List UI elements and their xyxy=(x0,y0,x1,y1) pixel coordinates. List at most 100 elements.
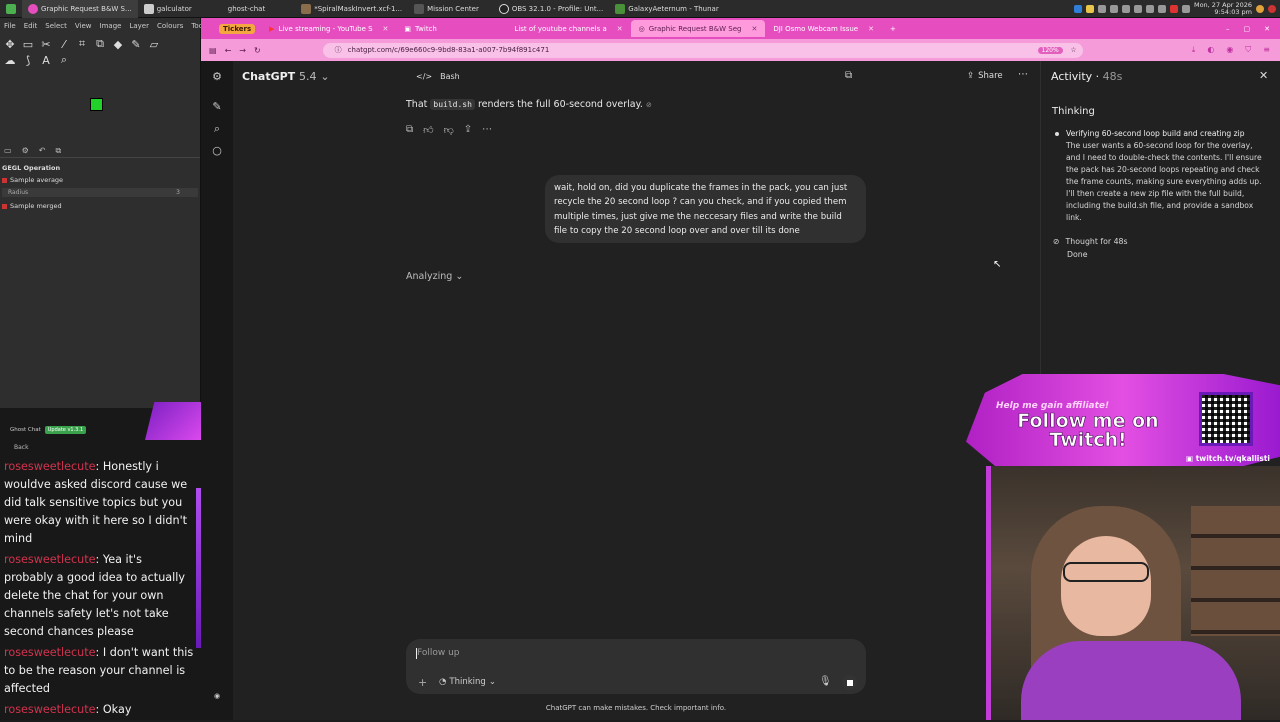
text-tool-icon[interactable]: A xyxy=(38,52,54,68)
tray-icon[interactable] xyxy=(1157,5,1166,13)
share-button[interactable]: ⇪ Share xyxy=(967,71,1003,81)
zoom-tool-icon[interactable]: ⌕ xyxy=(56,52,72,68)
tray-icon[interactable] xyxy=(1073,5,1082,13)
extension-icon[interactable]: ◐ xyxy=(1207,45,1214,55)
gimp-menu-edit[interactable]: Edit xyxy=(24,22,38,30)
new-tab-button[interactable]: + xyxy=(882,20,904,37)
window-close-icon[interactable]: ✕ xyxy=(1264,25,1270,33)
power-icon[interactable] xyxy=(1268,5,1276,13)
profile-avatar[interactable]: ◉ xyxy=(210,692,224,706)
rect-select-tool-icon[interactable]: ▭ xyxy=(20,36,36,52)
back-icon[interactable]: ← xyxy=(225,46,232,55)
sample-average-toggle[interactable]: Sample average xyxy=(2,176,63,184)
copy-icon[interactable]: ⧉ xyxy=(845,70,857,82)
more-options-icon[interactable]: ⋯ xyxy=(482,124,492,136)
tray-icon[interactable] xyxy=(1085,5,1094,13)
update-badge[interactable]: Update v1.3.1 xyxy=(44,426,87,434)
tab-dji[interactable]: DJI Osmo Webcam Issue ✕ xyxy=(765,20,882,37)
analyzing-status[interactable]: Analyzing ⌄ xyxy=(406,271,463,282)
thumbs-up-icon[interactable]: 👍︎ xyxy=(423,124,433,136)
bookmark-star-icon[interactable]: ☆ xyxy=(1070,46,1076,54)
tab-chatgpt[interactable]: ◎ Graphic Request B&W Seg ✕ xyxy=(630,20,766,37)
gimp-menu-file[interactable]: File xyxy=(4,22,16,30)
sample-merged-toggle[interactable]: Sample merged xyxy=(2,202,62,213)
openai-logo-icon[interactable]: ⚙ xyxy=(210,70,224,84)
images-tab-icon[interactable]: ⧉ xyxy=(55,146,61,157)
menu-icon[interactable] xyxy=(0,0,22,18)
gimp-menu-select[interactable]: Select xyxy=(45,22,67,30)
eraser-tool-icon[interactable]: ▱ xyxy=(146,36,162,52)
color-swatches[interactable] xyxy=(88,98,112,120)
bash-tool-header[interactable]: </> Bash xyxy=(406,68,866,84)
undo-tab-icon[interactable]: ↶ xyxy=(39,146,46,157)
reload-icon[interactable]: ↻ xyxy=(254,46,261,55)
maximize-icon[interactable]: ▢ xyxy=(1244,25,1251,33)
close-icon[interactable]: ✕ xyxy=(1259,69,1268,82)
crop-tool-icon[interactable]: ⌗ xyxy=(74,36,90,52)
new-chat-icon[interactable]: ✎ xyxy=(210,100,224,114)
microphone-icon[interactable]: 🎙︎ xyxy=(819,676,832,687)
move-tool-icon[interactable]: ✥ xyxy=(2,36,18,52)
model-selector[interactable]: ChatGPT 5.4 ⌄ xyxy=(242,70,330,83)
fuzzy-select-tool-icon[interactable]: ⁄ xyxy=(56,36,72,52)
task-chrome[interactable]: Graphic Request B&W S... xyxy=(22,0,138,18)
gimp-menu-colours[interactable]: Colours xyxy=(157,22,183,30)
task-gimp[interactable]: *SpiralMaskInvert.xcf-1... xyxy=(271,0,408,18)
clock[interactable]: Mon, 27 Apr 2026 9:54:03 pm xyxy=(1194,2,1252,16)
search-icon[interactable]: ⌕ xyxy=(210,122,224,136)
thinking-step: Verifying 60-second loop build and creat… xyxy=(1055,128,1269,224)
shield-icon[interactable]: ⛉ xyxy=(1245,45,1251,55)
extension-icon[interactable]: ◉ xyxy=(1226,45,1233,55)
library-icon[interactable]: ○ xyxy=(210,144,224,158)
zoom-badge[interactable]: 120% xyxy=(1037,46,1063,54)
forward-icon[interactable]: → xyxy=(239,46,246,55)
task-obs[interactable]: OBS 32.1.0 - Profile: Unt... xyxy=(485,0,609,18)
tray-icon[interactable] xyxy=(1133,5,1142,13)
thumbs-down-icon[interactable]: 👎︎ xyxy=(444,124,454,136)
url-field[interactable]: ⓘ chatgpt.com/c/69e660c9-9bd8-83a1-a007-… xyxy=(322,42,1083,58)
scissors-tool-icon[interactable]: ✂ xyxy=(38,36,54,52)
user-icon[interactable] xyxy=(1256,5,1264,13)
tab-twitch[interactable]: ▣ Twitch xyxy=(396,20,506,37)
follow-up-input[interactable]: Follow up xyxy=(417,648,460,658)
volume-icon[interactable] xyxy=(1181,5,1190,13)
gimp-menu-layer[interactable]: Layer xyxy=(129,22,149,30)
folder-icon xyxy=(615,3,626,14)
path-tool-icon[interactable]: ⟆ xyxy=(20,52,36,68)
thinking-mode-selector[interactable]: ◔ Thinking ⌄ xyxy=(439,677,496,687)
chat-message: rosesweetlecute: Yea it's probably a goo… xyxy=(4,553,185,638)
brush-tool-icon[interactable]: ✎ xyxy=(128,36,144,52)
tray-icon[interactable] xyxy=(1121,5,1130,13)
menu-icon[interactable]: ≡ xyxy=(1263,45,1270,55)
tab-youtube[interactable]: ▶ Live streaming - YouTube S ✕ xyxy=(261,20,396,37)
task-thunar[interactable]: GalaxyAeternum - Thunar xyxy=(609,0,724,18)
more-options-icon[interactable]: ⋯ xyxy=(1018,69,1028,80)
gimp-menu-view[interactable]: View xyxy=(75,22,92,30)
back-link[interactable]: Back xyxy=(14,444,29,451)
device-tab-icon[interactable]: ⚙ xyxy=(22,146,29,157)
microphone-icon[interactable] xyxy=(1169,5,1178,13)
download-icon[interactable]: ⤓ xyxy=(1192,45,1196,55)
tray-icon[interactable] xyxy=(1109,5,1118,13)
task-mission-center[interactable]: Mission Center xyxy=(408,0,485,18)
radius-slider[interactable]: Radius 3 xyxy=(2,188,198,197)
stop-button[interactable] xyxy=(842,675,857,690)
sidebar-toggle-icon[interactable]: ▤ xyxy=(209,46,217,55)
browser-icon xyxy=(28,3,38,14)
foreground-color[interactable] xyxy=(90,98,103,111)
task-galculator[interactable]: galculator xyxy=(138,0,198,18)
share-icon[interactable]: ⇪ xyxy=(464,124,472,136)
smudge-tool-icon[interactable]: ☁ xyxy=(2,52,18,68)
gimp-menu-image[interactable]: Image xyxy=(100,22,122,30)
add-attachment-icon[interactable]: + xyxy=(418,676,427,689)
tray-icon[interactable] xyxy=(1097,5,1106,13)
copy-icon[interactable]: ⧉ xyxy=(406,124,413,136)
tickers-tab-group[interactable]: Tickers xyxy=(219,23,256,34)
tray-icon[interactable] xyxy=(1145,5,1154,13)
transform-tool-icon[interactable]: ⧉ xyxy=(92,36,108,52)
tool-options-tab-icon[interactable]: ▭ xyxy=(4,146,12,157)
minimize-icon[interactable]: – xyxy=(1226,25,1230,33)
task-ghost-chat[interactable]: ghost-chat xyxy=(198,0,271,18)
tab-youtube-list[interactable]: List of youtube channels a ✕ xyxy=(506,20,630,37)
bucket-tool-icon[interactable]: ◆ xyxy=(110,36,126,52)
